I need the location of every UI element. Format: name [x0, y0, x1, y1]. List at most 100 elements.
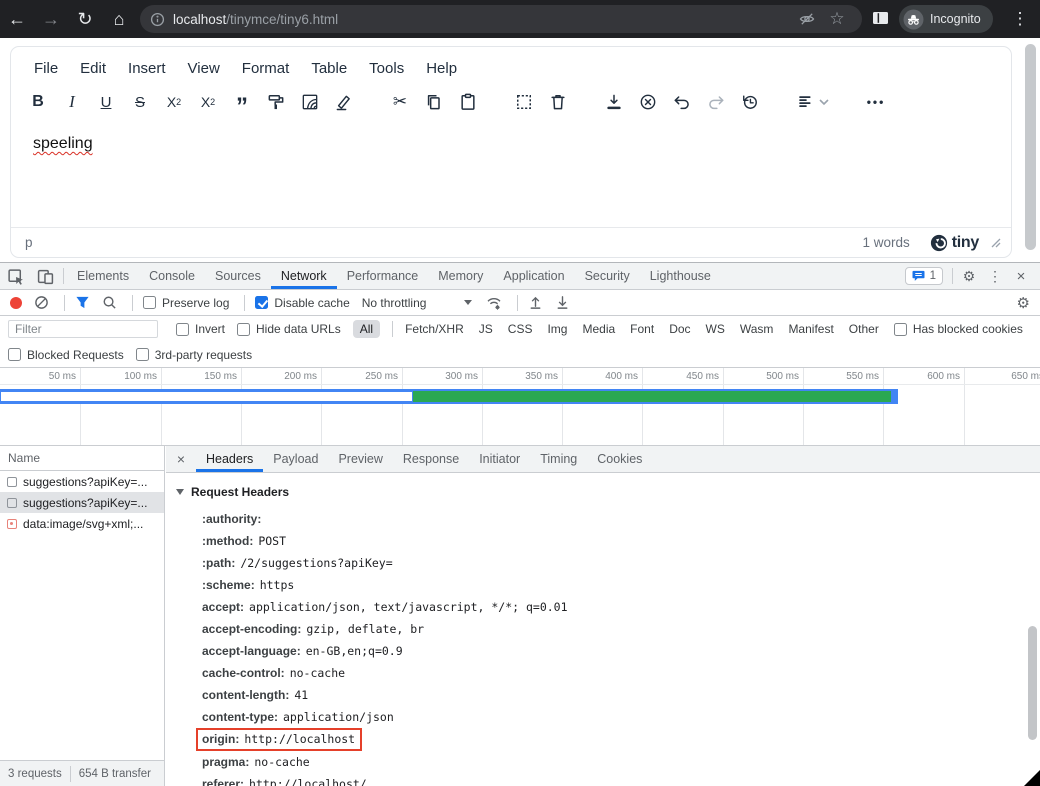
browser-menu-button[interactable]: ⋮: [1008, 9, 1032, 29]
tab-cookies[interactable]: Cookies: [587, 446, 652, 472]
info-icon[interactable]: [150, 12, 165, 27]
filter-type-other[interactable]: Other: [849, 322, 879, 336]
redo-button[interactable]: [703, 89, 729, 115]
hide-data-urls-checkbox[interactable]: Hide data URLs: [237, 322, 341, 336]
save-button[interactable]: [601, 89, 627, 115]
reload-button[interactable]: ↻: [68, 4, 102, 34]
tab-preview[interactable]: Preview: [328, 446, 392, 472]
url-text[interactable]: localhost/tinymce/tiny6.html: [173, 12, 792, 27]
filter-type-manifest[interactable]: Manifest: [788, 322, 833, 336]
forward-button[interactable]: →: [34, 4, 68, 34]
filter-type-img[interactable]: Img: [547, 322, 567, 336]
filter-type-fetch-xhr[interactable]: Fetch/XHR: [405, 322, 464, 336]
restore-draft-button[interactable]: [737, 89, 763, 115]
disable-cache-checkbox[interactable]: Disable cache: [255, 296, 349, 310]
word-count[interactable]: 1 words: [862, 235, 909, 250]
back-button[interactable]: ←: [0, 4, 34, 34]
tab-payload[interactable]: Payload: [263, 446, 328, 472]
inspect-element-button[interactable]: [0, 263, 30, 289]
tab-headers[interactable]: Headers: [196, 446, 263, 472]
menu-format[interactable]: Format: [231, 56, 301, 81]
tab-network[interactable]: Network: [271, 263, 337, 289]
network-settings-button[interactable]: ⚙: [1017, 294, 1030, 312]
invert-checkbox[interactable]: Invert: [176, 322, 225, 336]
checkbox-unchecked[interactable]: [8, 348, 21, 361]
import-har-button[interactable]: [528, 295, 543, 310]
detail-scrollbar[interactable]: [1028, 626, 1037, 740]
clear-button[interactable]: [34, 295, 49, 310]
select-all-button[interactable]: [511, 89, 537, 115]
checkbox-unchecked[interactable]: [136, 348, 149, 361]
filter-type-font[interactable]: Font: [630, 322, 654, 336]
console-messages-button[interactable]: 1: [905, 267, 943, 285]
request-headers-section[interactable]: Request Headers: [176, 485, 1040, 499]
search-button[interactable]: [102, 295, 117, 310]
side-panel-button[interactable]: [872, 10, 889, 26]
devtools-menu-button[interactable]: ⋮: [982, 263, 1008, 289]
request-row[interactable]: suggestions?apiKey=...: [0, 471, 164, 492]
checkbox-unchecked[interactable]: [894, 323, 907, 336]
blocked-requests-checkbox[interactable]: Blocked Requests: [8, 348, 124, 362]
export-har-button[interactable]: [555, 295, 570, 310]
superscript-button[interactable]: X2: [195, 89, 221, 115]
disclosure-triangle-icon[interactable]: [176, 489, 184, 495]
tab-response[interactable]: Response: [393, 446, 469, 472]
underline-button[interactable]: U: [93, 89, 119, 115]
tinymce-brand[interactable]: tiny: [930, 234, 979, 252]
name-column-header[interactable]: Name: [0, 446, 164, 471]
resize-handle[interactable]: [991, 238, 1001, 248]
subscript-button[interactable]: X2: [161, 89, 187, 115]
strikethrough-button[interactable]: S: [127, 89, 153, 115]
bookmark-star-icon[interactable]: ☆: [822, 9, 852, 29]
paste-button[interactable]: [455, 89, 481, 115]
format-painter-button[interactable]: [263, 89, 289, 115]
cut-button[interactable]: ✂: [387, 89, 413, 115]
menu-tools[interactable]: Tools: [358, 56, 415, 81]
bold-button[interactable]: B: [25, 89, 51, 115]
delete-button[interactable]: [545, 89, 571, 115]
tab-elements[interactable]: Elements: [67, 263, 139, 289]
filter-type-media[interactable]: Media: [582, 322, 615, 336]
request-row-selected[interactable]: suggestions?apiKey=...: [0, 492, 164, 513]
scrollbar-thumb[interactable]: [1025, 44, 1036, 250]
throttling-dropdown[interactable]: No throttling: [362, 296, 473, 310]
address-bar[interactable]: localhost/tinymce/tiny6.html ☆: [140, 5, 862, 33]
italic-button[interactable]: I: [59, 89, 85, 115]
cancel-button[interactable]: [635, 89, 661, 115]
tab-performance[interactable]: Performance: [337, 263, 429, 289]
checkbox-unchecked[interactable]: [176, 323, 189, 336]
element-path[interactable]: p: [25, 235, 862, 250]
eye-off-icon[interactable]: [792, 11, 822, 27]
tab-security[interactable]: Security: [575, 263, 640, 289]
device-toolbar-button[interactable]: [30, 263, 60, 289]
filter-type-wasm[interactable]: Wasm: [740, 322, 774, 336]
page-scrollbar[interactable]: [1025, 44, 1036, 250]
filter-input[interactable]: [8, 320, 158, 338]
menu-insert[interactable]: Insert: [117, 56, 177, 81]
checkbox-unchecked[interactable]: [237, 323, 250, 336]
tab-memory[interactable]: Memory: [428, 263, 493, 289]
filter-type-all[interactable]: All: [353, 320, 380, 338]
filter-type-js[interactable]: JS: [479, 322, 493, 336]
filter-type-doc[interactable]: Doc: [669, 322, 690, 336]
align-dropdown-button[interactable]: [793, 89, 833, 115]
devtools-close-button[interactable]: ×: [1008, 263, 1034, 289]
record-button[interactable]: [10, 297, 22, 309]
filter-type-ws[interactable]: WS: [706, 322, 725, 336]
request-row[interactable]: data:image/svg+xml;...: [0, 513, 164, 534]
fill-texture-button[interactable]: [297, 89, 323, 115]
tab-initiator[interactable]: Initiator: [469, 446, 530, 472]
has-blocked-cookies-checkbox[interactable]: Has blocked cookies: [894, 322, 1023, 336]
third-party-checkbox[interactable]: 3rd-party requests: [136, 348, 252, 362]
home-button[interactable]: ⌂: [102, 4, 136, 34]
menu-file[interactable]: File: [23, 56, 69, 81]
tab-console[interactable]: Console: [139, 263, 205, 289]
menu-edit[interactable]: Edit: [69, 56, 117, 81]
network-conditions-button[interactable]: [486, 295, 502, 311]
checkbox-unchecked[interactable]: [143, 296, 156, 309]
tab-timing[interactable]: Timing: [530, 446, 587, 472]
devtools-settings-button[interactable]: ⚙: [956, 263, 982, 289]
menu-help[interactable]: Help: [415, 56, 468, 81]
menu-table[interactable]: Table: [300, 56, 358, 81]
copy-button[interactable]: [421, 89, 447, 115]
